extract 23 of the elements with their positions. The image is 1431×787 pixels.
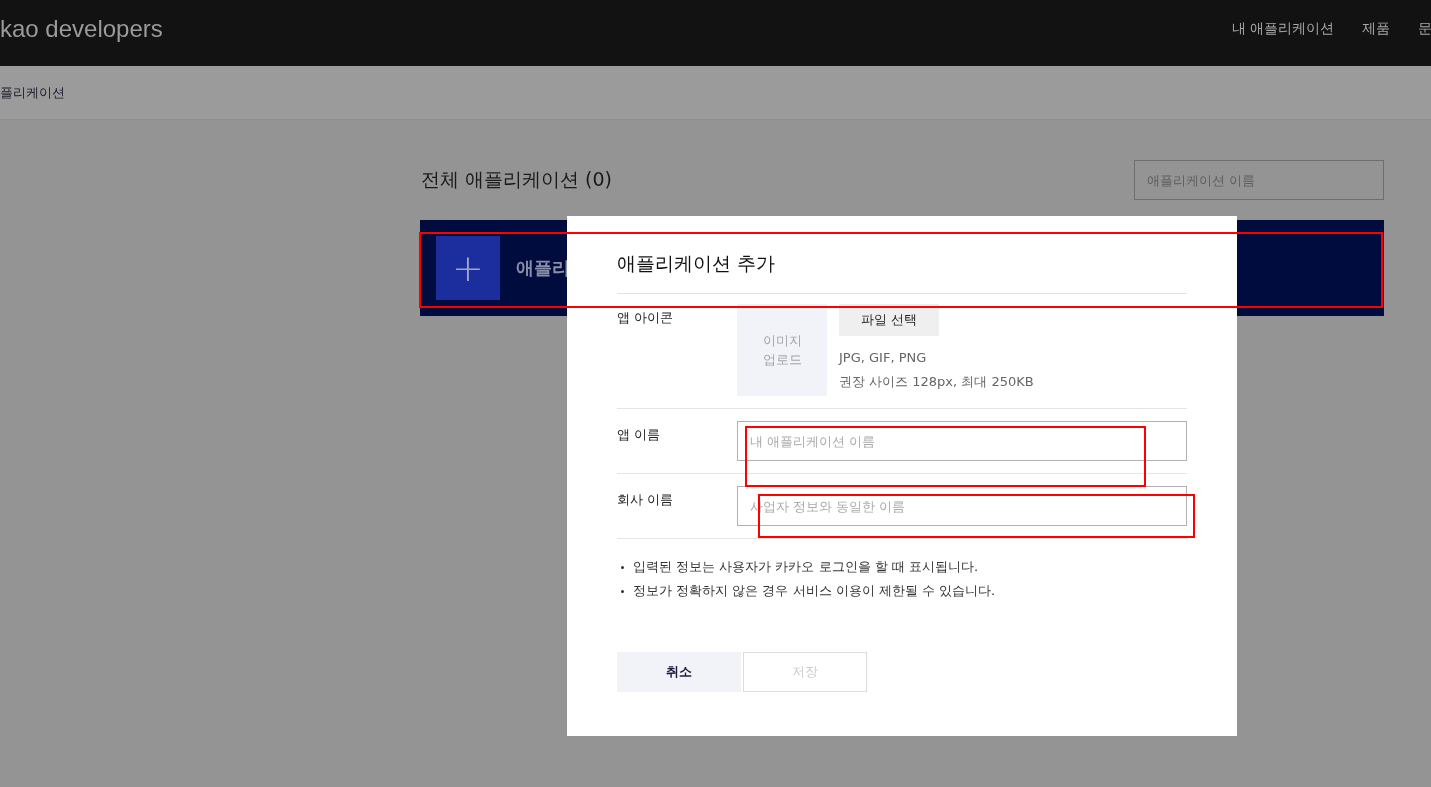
- plus-icon[interactable]: +: [436, 236, 500, 300]
- field-label: 앱 아이콘: [617, 309, 675, 327]
- hint-text: JPG, GIF, PNG: [839, 349, 927, 367]
- bullet-icon: [621, 589, 624, 593]
- upload-text: 업로드: [762, 351, 802, 369]
- nav-link[interactable]: 제품: [1362, 20, 1390, 38]
- cancel-button[interactable]: 취소: [617, 652, 741, 692]
- logo-text[interactable]: kao developers: [0, 15, 163, 43]
- field-label: 회사 이름: [617, 491, 675, 509]
- create-app-label[interactable]: 애플리: [516, 256, 570, 280]
- file-select-button[interactable]: 파일 선택: [839, 304, 939, 336]
- breadcrumb-link[interactable]: 플리케이션: [0, 83, 65, 102]
- field-label: 앱 이름: [617, 426, 662, 444]
- bullet-icon: [621, 565, 624, 569]
- nav-link[interactable]: 문: [1418, 20, 1431, 38]
- note-text: 정보가 정확하지 않은 경우 서비스 이용이 제한될 수 있습니다.: [633, 582, 996, 600]
- upload-text: 이미지: [762, 332, 802, 350]
- hint-text: 권장 사이즈 128px, 최대 250KB: [839, 373, 1034, 391]
- note-text: 입력된 정보는 사용자가 카카오 로그인을 할 때 표시됩니다.: [633, 558, 979, 576]
- page-title: 전체 애플리케이션 (0): [420, 167, 612, 192]
- input-field[interactable]: 내 애플리케이션 이름: [737, 421, 1187, 461]
- modal-title: 애플리케이션 추가: [617, 216, 1187, 294]
- nav-link[interactable]: 내 애플리케이션: [1231, 20, 1334, 38]
